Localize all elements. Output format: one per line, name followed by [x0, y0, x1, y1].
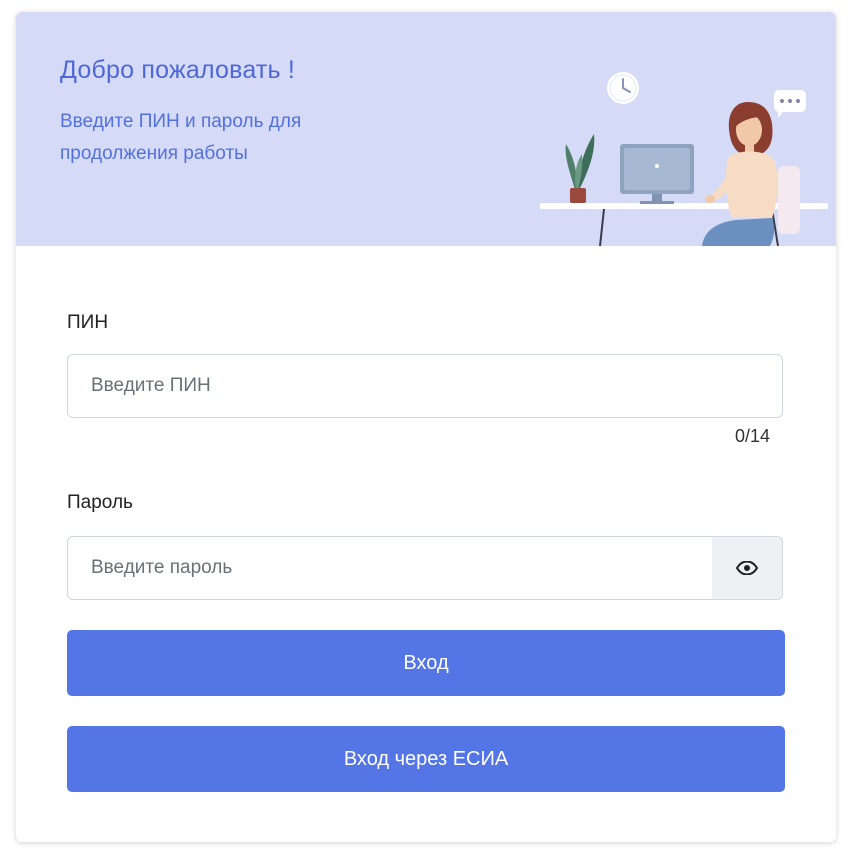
login-card: Добро пожаловать ! Введите ПИН и пароль … [16, 12, 836, 842]
person-icon [702, 102, 778, 246]
pin-field[interactable] [67, 354, 783, 418]
password-input[interactable] [68, 537, 716, 599]
pin-input[interactable] [68, 355, 782, 417]
show-password-button[interactable] [712, 537, 782, 599]
welcome-subtitle: Введите ПИН и пароль для продолжения раб… [60, 111, 302, 164]
password-label: Пароль [67, 492, 133, 513]
pin-label: ПИН [67, 312, 109, 333]
welcome-title: Добро пожаловать ! [60, 56, 296, 84]
pin-char-counter: 0/14 [734, 426, 770, 446]
monitor-icon [620, 144, 694, 204]
welcome-banner: Добро пожаловать ! Введите ПИН и пароль … [16, 12, 836, 246]
password-field[interactable] [67, 536, 783, 600]
plant-icon [565, 134, 595, 203]
chat-bubble-icon [774, 90, 806, 118]
clock-icon [607, 72, 639, 104]
eye-icon [736, 561, 758, 575]
esia-login-button[interactable]: Вход через ЕСИА [67, 726, 785, 792]
login-button[interactable]: Вход [67, 630, 785, 696]
workspace-illustration [540, 72, 828, 246]
